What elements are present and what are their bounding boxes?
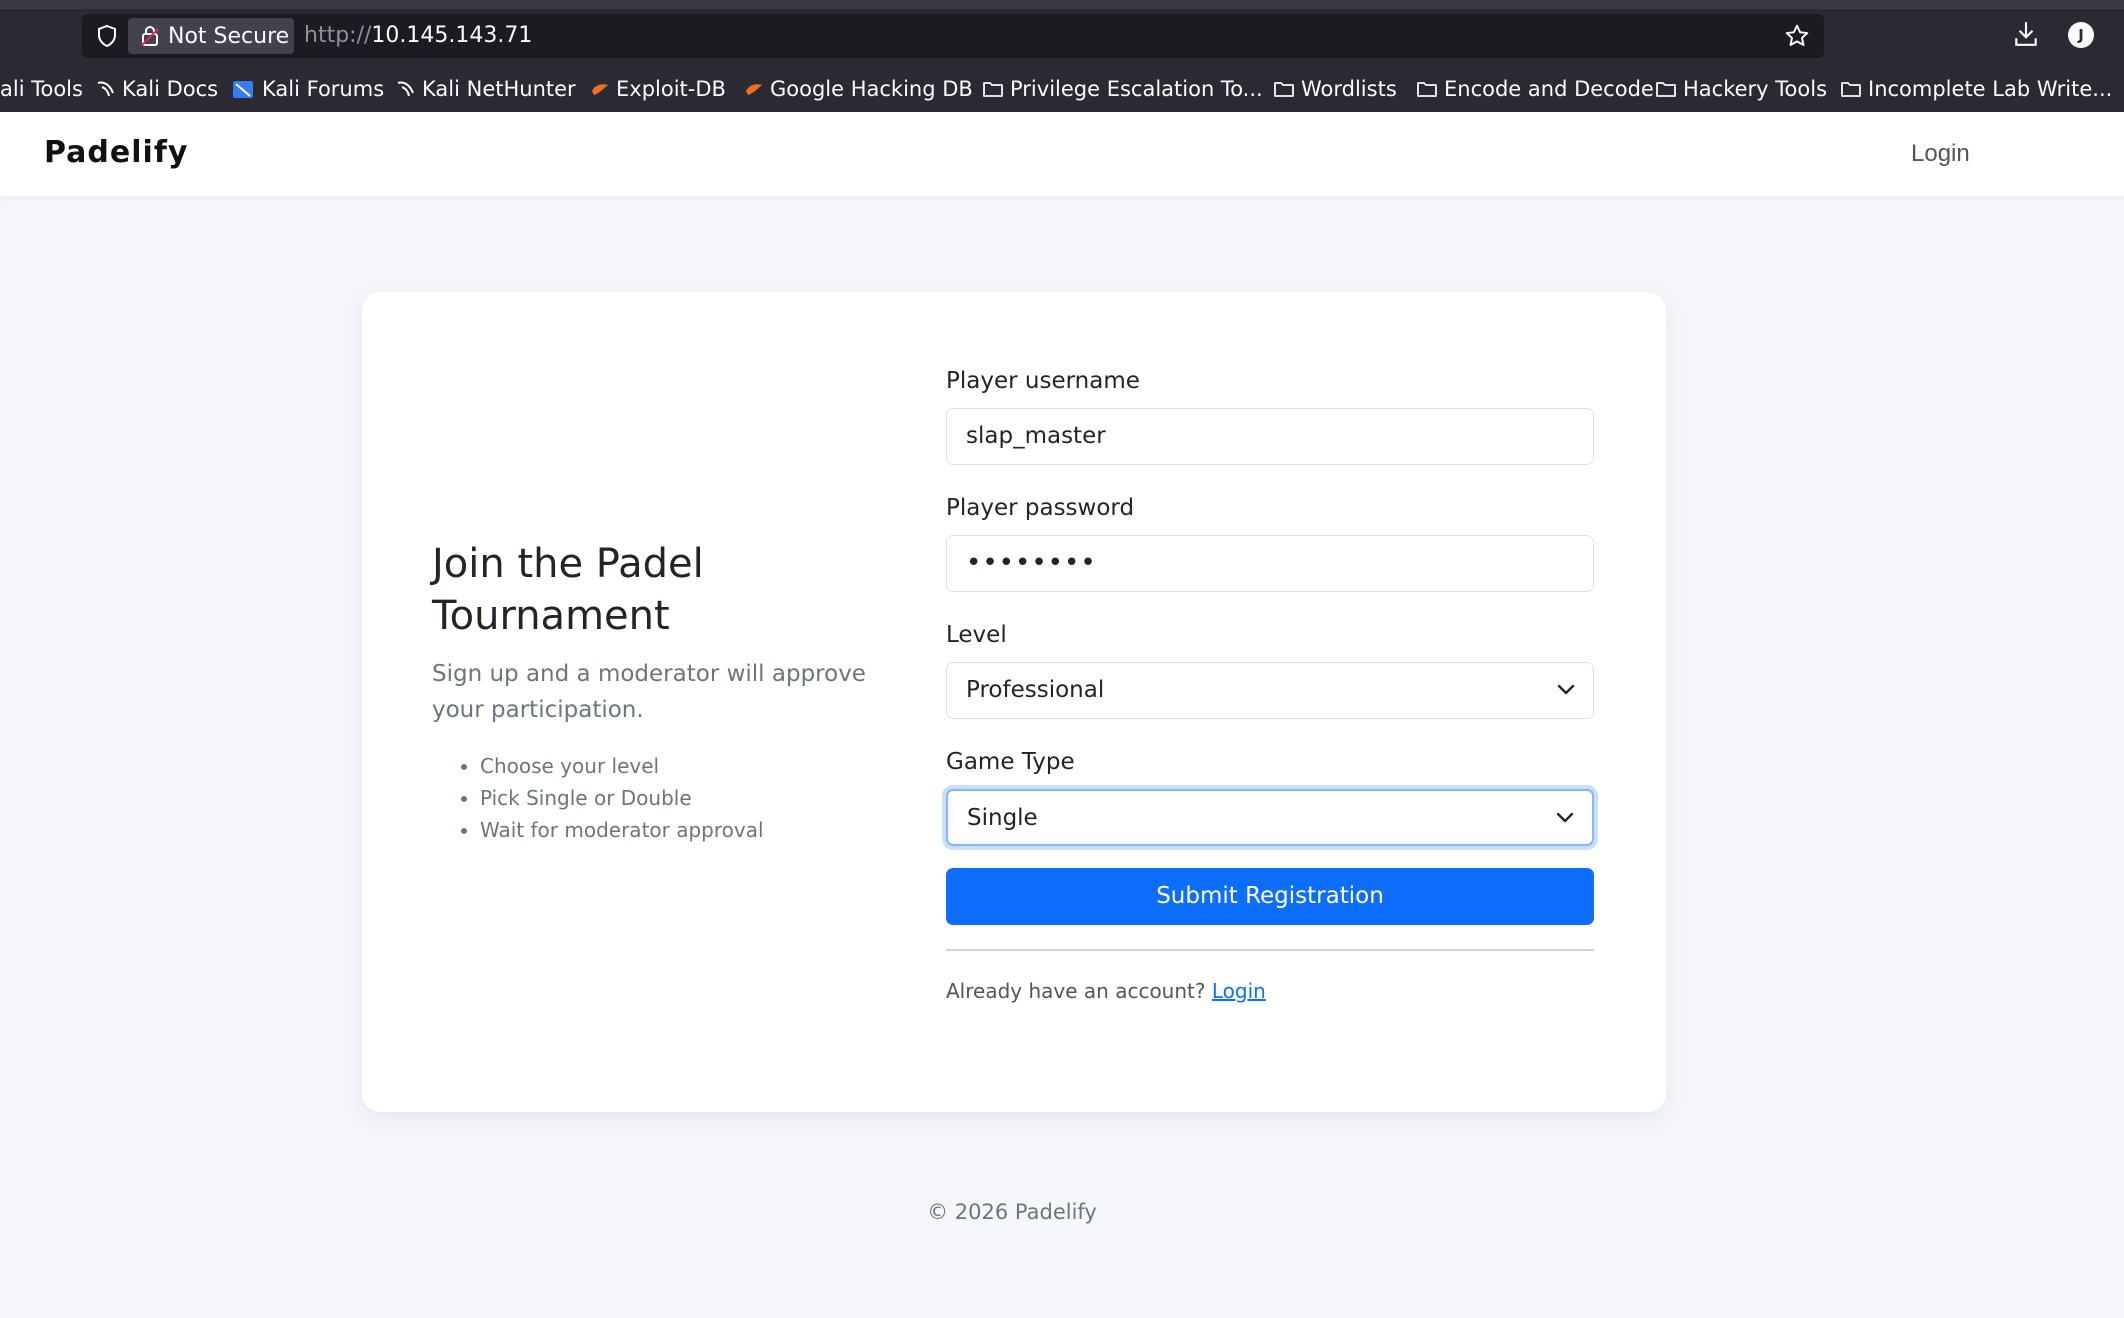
kali-dragon-icon [97, 81, 114, 97]
folder-icon [1841, 82, 1861, 97]
submit-registration-button[interactable]: Submit Registration [946, 868, 1594, 925]
folder-icon [983, 82, 1003, 97]
game-type-selected-value: Single [967, 805, 1038, 831]
password-mask: •••••••• [966, 548, 1097, 578]
password-group: Player password •••••••• [946, 491, 1594, 592]
url-text[interactable]: http://10.145.143.71 [304, 23, 532, 48]
password-label: Player password [946, 495, 1135, 521]
tab-strip-edge [0, 0, 2124, 9]
bookmark-kali-tools[interactable]: ali Tools [0, 72, 83, 106]
game-type-group: Game Type Single [946, 745, 1594, 846]
username-group: Player username slap_master [946, 364, 1594, 465]
page-title: Join the Padel Tournament [432, 541, 704, 639]
footer-copyright: © 2026 Padelify [927, 1200, 1097, 1224]
steps-list: Choose your level Pick Single or Double … [432, 750, 872, 846]
level-group: Level Professional [946, 618, 1594, 719]
username-input[interactable]: slap_master [946, 408, 1594, 465]
folder-icon [1656, 82, 1676, 97]
exploitdb-icon [746, 84, 762, 95]
bookmark-privilege-escalation[interactable]: Privilege Escalation To... [982, 72, 1263, 106]
bookmark-incomplete-lab[interactable]: Incomplete Lab Write... [1840, 72, 2112, 106]
username-label: Player username [946, 368, 1140, 394]
list-item: Choose your level [480, 750, 872, 782]
bookmark-hackery-tools[interactable]: Hackery Tools [1655, 72, 1827, 106]
chevron-down-icon [1557, 684, 1575, 695]
nav-login-link[interactable]: Login [1911, 140, 1970, 168]
url-protocol: http:// [304, 23, 372, 48]
level-select[interactable]: Professional [946, 662, 1594, 719]
list-item: Wait for moderator approval [480, 814, 872, 846]
address-bar[interactable]: Not Secure http://10.145.143.71 [82, 14, 1824, 58]
game-type-label: Game Type [946, 749, 1075, 775]
site-navbar: Padelify Login [0, 112, 2124, 196]
folder-icon [1417, 82, 1437, 97]
insecure-lock-icon [141, 25, 159, 46]
registration-form: Player username slap_master Player passw… [946, 364, 1594, 1003]
registration-card: Join the Padel Tournament Sign up and a … [362, 292, 1666, 1112]
security-label: Not Secure [168, 24, 290, 49]
bookmark-wordlists[interactable]: Wordlists [1273, 72, 1397, 106]
intro-panel: Join the Padel Tournament Sign up and a … [432, 538, 872, 846]
shield-icon[interactable] [95, 24, 119, 48]
password-input[interactable]: •••••••• [946, 535, 1594, 592]
url-host: 10.145.143.71 [371, 23, 533, 48]
list-item: Pick Single or Double [480, 782, 872, 814]
level-label: Level [946, 622, 1007, 648]
security-indicator[interactable]: Not Secure [128, 18, 294, 54]
login-prompt-text: Already have an account? [946, 979, 1206, 1003]
login-prompt: Already have an account? Login [946, 979, 1594, 1003]
bookmark-google-hacking-db[interactable]: Google Hacking DB [744, 72, 973, 106]
level-selected-value: Professional [966, 677, 1105, 703]
bookmarks-toolbar: ali Tools Kali Docs Kali Forums Kali Net… [0, 72, 2124, 106]
bookmark-exploit-db[interactable]: Exploit-DB [590, 72, 726, 106]
chevron-down-icon [1556, 812, 1574, 823]
browser-chrome: Not Secure http://10.145.143.71 J ali To… [0, 0, 2124, 112]
exploitdb-icon [592, 84, 608, 95]
kali-dragon-icon [397, 81, 414, 97]
intro-subtitle: Sign up and a moderator will approve you… [432, 661, 866, 723]
game-type-select[interactable]: Single [946, 789, 1594, 846]
account-avatar-icon[interactable]: J [2068, 22, 2094, 48]
brand-logo[interactable]: Padelify [44, 135, 188, 170]
bookmark-kali-forums[interactable]: Kali Forums [232, 72, 384, 106]
bookmark-kali-nethunter[interactable]: Kali NetHunter [396, 72, 576, 106]
kali-forums-icon [233, 81, 253, 98]
folder-icon [1274, 82, 1294, 97]
login-link[interactable]: Login [1212, 979, 1266, 1003]
bookmark-encode-decode[interactable]: Encode and Decode [1416, 72, 1654, 106]
bookmark-star-icon[interactable] [1784, 23, 1810, 49]
divider [946, 949, 1594, 951]
bookmark-kali-docs[interactable]: Kali Docs [96, 72, 218, 106]
download-icon[interactable] [2013, 20, 2039, 48]
